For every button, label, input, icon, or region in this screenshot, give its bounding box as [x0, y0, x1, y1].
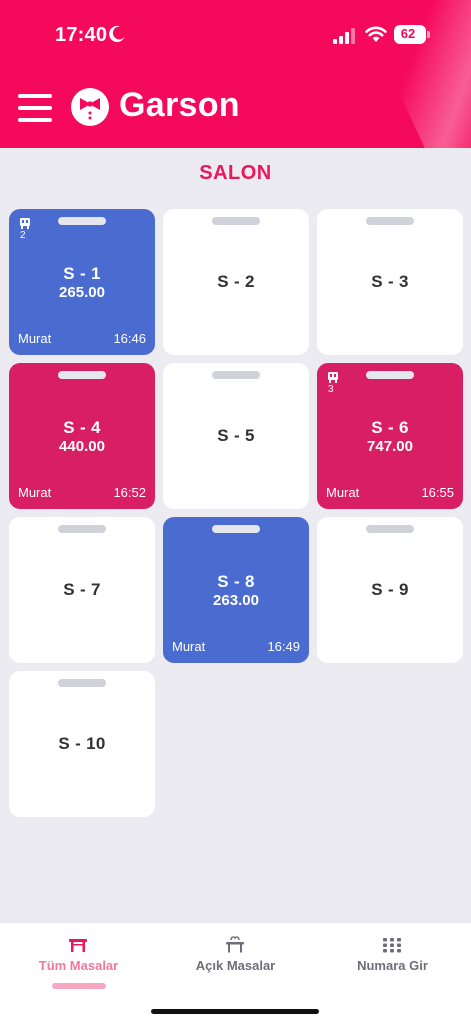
signal-icon [333, 28, 355, 44]
tab-label: Açık Masalar [195, 958, 276, 973]
table-name: S - 7 [63, 580, 101, 599]
guests-icon [328, 372, 338, 383]
menu-line [18, 118, 52, 122]
table-time: 16:49 [267, 639, 300, 654]
card-handle [58, 525, 106, 533]
guests-icon [20, 218, 30, 229]
table-amount: 747.00 [367, 438, 413, 455]
table-waiter: Murat [172, 639, 206, 654]
table-card-s4[interactable]: S - 4 440.00 Murat 16:52 [9, 363, 155, 509]
card-handle [212, 525, 260, 533]
table-time: 16:52 [113, 485, 146, 500]
table-card-s5[interactable]: S - 5 [163, 363, 309, 509]
table-time: 16:46 [113, 331, 146, 346]
table-time: 16:55 [421, 485, 454, 500]
tab-open-tables[interactable]: Açık Masalar [157, 923, 314, 1003]
table-name: S - 9 [371, 580, 409, 599]
table-card-s2[interactable]: S - 2 [163, 209, 309, 355]
guest-count: 2 [20, 230, 26, 241]
table-waiter: Murat [18, 331, 52, 346]
table-card-s10[interactable]: S - 10 [9, 671, 155, 817]
table-amount: 440.00 [59, 438, 105, 455]
status-time: 17:40 [55, 24, 108, 46]
battery-tip [427, 31, 430, 38]
status-bar: 17:40 62 [0, 0, 471, 70]
card-handle [366, 217, 414, 225]
tab-enter-number[interactable]: Numara Gir [314, 923, 471, 1003]
dining-table-icon [226, 936, 244, 953]
card-handle [58, 217, 106, 225]
table-name: S - 1 [63, 264, 101, 283]
bowtie-waiter-icon [71, 88, 109, 126]
active-tab-indicator [52, 983, 106, 989]
table-card-s7[interactable]: S - 7 [9, 517, 155, 663]
tab-label: Tüm Masalar [38, 958, 119, 973]
section-title: SALON [199, 162, 272, 184]
guest-count: 3 [328, 384, 334, 395]
table-amount: 263.00 [213, 592, 259, 609]
hamburger-icon[interactable] [18, 94, 52, 122]
table-card-s6[interactable]: 3 S - 6 747.00 Murat 16:55 [317, 363, 463, 509]
home-indicator[interactable] [151, 1009, 319, 1014]
table-name: S - 5 [217, 426, 255, 445]
table-name: S - 2 [217, 272, 255, 291]
table-icon [69, 939, 87, 952]
table-name: S - 8 [217, 572, 255, 591]
table-name: S - 10 [58, 734, 106, 753]
tab-label: Numara Gir [357, 958, 428, 973]
tab-all-tables[interactable]: Tüm Masalar [0, 923, 157, 1003]
card-handle [212, 217, 260, 225]
card-handle [366, 525, 414, 533]
battery-level: 62 [400, 26, 416, 41]
card-handle [366, 371, 414, 379]
table-name: S - 6 [371, 418, 409, 437]
table-amount: 265.00 [59, 284, 105, 301]
table-name: S - 3 [371, 272, 409, 291]
table-card-s8[interactable]: S - 8 263.00 Murat 16:49 [163, 517, 309, 663]
battery-indicator: 62 [394, 25, 426, 44]
menu-line [18, 94, 52, 98]
table-name: S - 4 [63, 418, 101, 437]
table-card-s3[interactable]: S - 3 [317, 209, 463, 355]
table-waiter: Murat [326, 485, 360, 500]
wifi-icon [365, 26, 387, 42]
keypad-icon [383, 938, 401, 953]
table-waiter: Murat [18, 485, 52, 500]
card-handle [58, 371, 106, 379]
table-card-s9[interactable]: S - 9 [317, 517, 463, 663]
table-card-s1[interactable]: 2 S - 1 265.00 Murat 16:46 [9, 209, 155, 355]
app-title: Garson [119, 86, 240, 124]
moon-icon [109, 25, 125, 42]
menu-line [18, 106, 52, 110]
card-handle [212, 371, 260, 379]
card-handle [58, 679, 106, 687]
